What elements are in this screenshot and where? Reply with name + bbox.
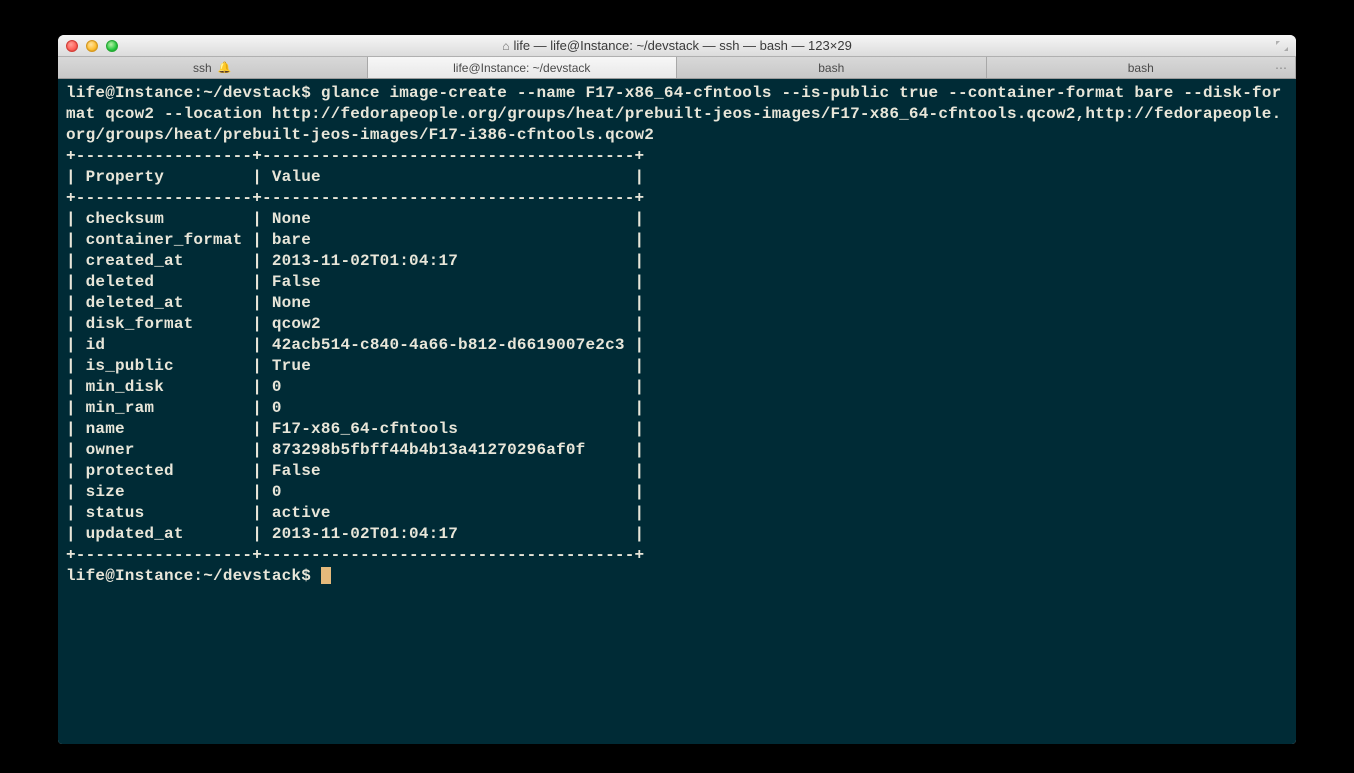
minimize-icon[interactable] [86,40,98,52]
prompt-line: life@Instance:~/devstack$ [66,566,1288,587]
prompt: life@Instance:~/devstack$ [66,567,321,585]
tab-ssh[interactable]: ssh 🔔 [58,57,368,78]
bell-icon: 🔔 [218,61,232,74]
tab-devstack[interactable]: life@Instance: ~/devstack [368,57,678,78]
maximize-icon[interactable] [106,40,118,52]
output-table: +------------------+--------------------… [66,146,1288,566]
tabbar: ssh 🔔 life@Instance: ~/devstack bash bas… [58,57,1296,79]
tab-bash-2[interactable]: bash ⋯ [987,57,1297,78]
home-icon: ⌂ [502,39,509,53]
cursor-icon [321,567,331,584]
tab-bash-1[interactable]: bash [677,57,987,78]
window-title: ⌂ life — life@Instance: ~/devstack — ssh… [58,38,1296,53]
tab-label: bash [1128,61,1154,75]
ellipsis-icon: ⋯ [1275,61,1287,75]
tab-label: ssh [193,61,212,75]
command-line: life@Instance:~/devstack$ glance image-c… [66,83,1288,146]
terminal-window: ⌂ life — life@Instance: ~/devstack — ssh… [58,35,1296,744]
close-icon[interactable] [66,40,78,52]
traffic-lights [66,40,118,52]
tab-label: bash [818,61,844,75]
terminal-body[interactable]: life@Instance:~/devstack$ glance image-c… [58,79,1296,744]
fullscreen-icon[interactable] [1276,41,1288,51]
tab-label: life@Instance: ~/devstack [453,61,590,75]
titlebar[interactable]: ⌂ life — life@Instance: ~/devstack — ssh… [58,35,1296,57]
window-title-text: life — life@Instance: ~/devstack — ssh —… [513,38,851,53]
prompt: life@Instance:~/devstack$ [66,84,321,102]
